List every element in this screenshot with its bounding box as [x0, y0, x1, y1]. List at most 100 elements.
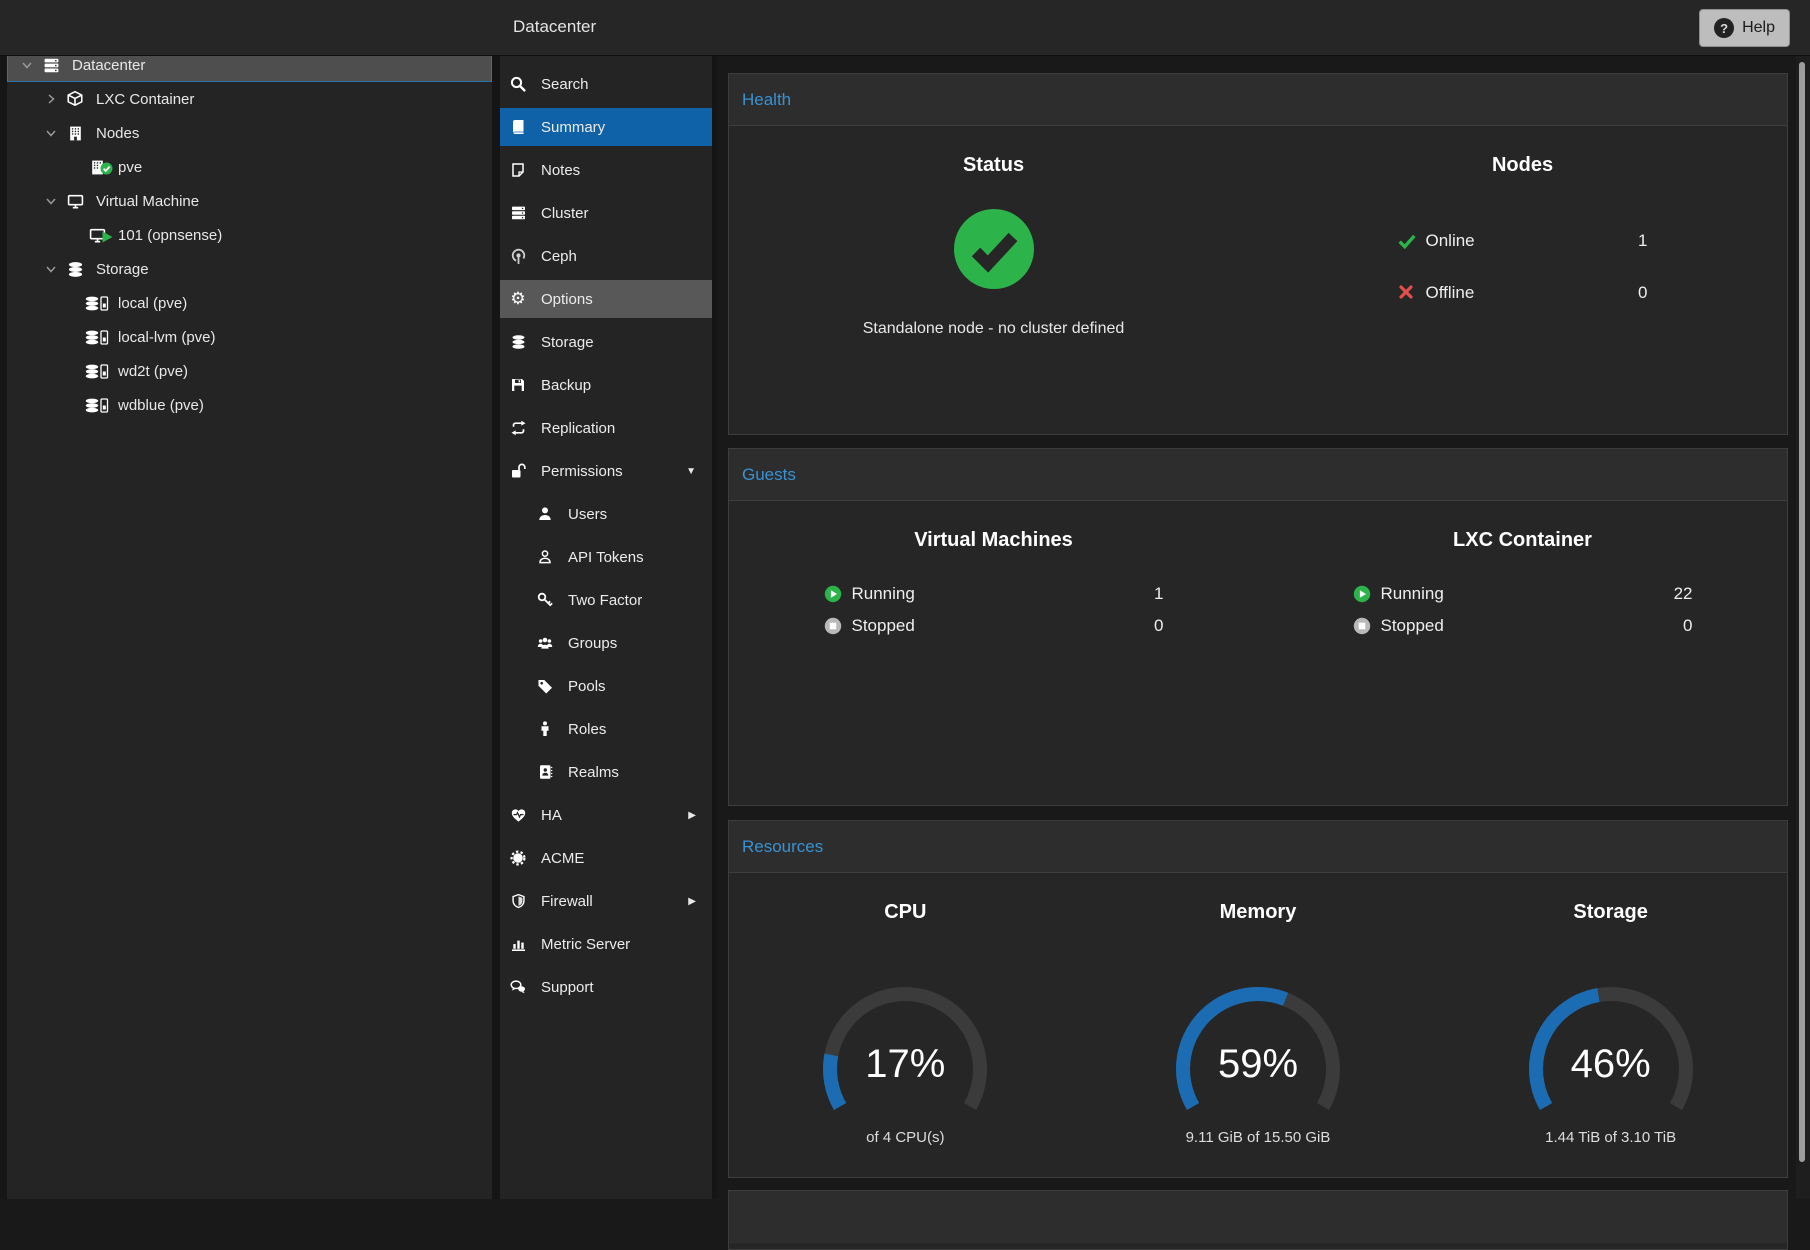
stop-circle-icon: [824, 617, 842, 635]
tree-item-label: Datacenter: [72, 57, 145, 74]
tree-item-pve[interactable]: pve: [7, 150, 492, 184]
status-message: Standalone node - no cluster defined: [729, 320, 1258, 338]
vm-stopped-value: 0: [1154, 616, 1163, 636]
storage-volume-icon: [85, 295, 109, 312]
nav-item-label: Cluster: [541, 205, 589, 222]
nav-item-ceph[interactable]: Ceph: [500, 237, 712, 275]
question-circle-icon: ?: [1714, 18, 1734, 38]
nav-item-search[interactable]: Search: [500, 65, 712, 103]
nav-item-firewall[interactable]: Firewall ▶: [500, 882, 712, 920]
status-ok-badge: [100, 162, 113, 179]
tree-item-virtual-machine[interactable]: Virtual Machine: [7, 184, 492, 218]
guests-panel: Guests Virtual Machines Running 1 Stoppe…: [728, 448, 1788, 806]
vm-header: Virtual Machines: [729, 529, 1258, 552]
nav-item-realms[interactable]: Realms: [500, 753, 712, 791]
expander-down-icon[interactable]: [45, 263, 63, 275]
nav-item-cluster[interactable]: Cluster: [500, 194, 712, 232]
nav-item-label: Two Factor: [568, 592, 642, 609]
next-panel-edge: [728, 1190, 1788, 1250]
tree-item-lxc-container[interactable]: LXC Container: [7, 82, 492, 116]
nav-item-pools[interactable]: Pools: [500, 667, 712, 705]
tree-item-storage-wdblue[interactable]: wdblue (pve): [7, 388, 492, 422]
nav-item-support[interactable]: Support: [500, 968, 712, 1006]
content-scrollbar[interactable]: [1796, 56, 1810, 1199]
tree-item-storage-local[interactable]: local (pve): [7, 286, 492, 320]
stopped-label: Stopped: [852, 616, 915, 636]
nav-item-groups[interactable]: Groups: [500, 624, 712, 662]
tree-item-label: local (pve): [118, 295, 187, 312]
nav-item-backup[interactable]: Backup: [500, 366, 712, 404]
storage-detail: 1.44 TiB of 3.10 TiB: [1434, 1129, 1787, 1146]
tree-nav-divider: [492, 0, 500, 1199]
datacenter-icon: [39, 57, 63, 74]
nav-item-users[interactable]: Users: [500, 495, 712, 533]
storage-percent: 46%: [1526, 1042, 1696, 1087]
nav-item-label: Options: [541, 291, 593, 308]
nav-item-ha[interactable]: HA ▶: [500, 796, 712, 834]
seal-icon: [508, 850, 528, 866]
tree-item-label: pve: [118, 159, 142, 176]
nav-item-label: Replication: [541, 420, 615, 437]
replication-arrows-icon: [508, 420, 528, 436]
caret-right-icon: ▶: [688, 896, 696, 907]
expander-down-icon[interactable]: [21, 59, 39, 71]
nav-item-label: Ceph: [541, 248, 577, 265]
tag-icon: [535, 678, 555, 694]
online-value: 1: [1638, 231, 1647, 251]
tree-item-vm-101[interactable]: 101 (opnsense): [7, 218, 492, 252]
memory-header: Memory: [1082, 901, 1435, 924]
lxc-stopped-value: 0: [1683, 616, 1692, 636]
gear-icon: ⚙: [508, 289, 528, 309]
nav-item-storage[interactable]: Storage: [500, 323, 712, 361]
offline-value: 0: [1638, 283, 1647, 303]
nav-item-roles[interactable]: Roles: [500, 710, 712, 748]
nav-item-label: Backup: [541, 377, 591, 394]
nav-item-label: ACME: [541, 850, 584, 867]
resource-tree-panel: Folder View ⚙ Datacenter LXC Container N…: [7, 0, 492, 1199]
users-group-icon: [535, 635, 555, 651]
nav-item-label: Roles: [568, 721, 606, 738]
tree-item-label: Nodes: [96, 125, 139, 142]
scrollbar-thumb[interactable]: [1799, 62, 1805, 1162]
tree-item-nodes[interactable]: Nodes: [7, 116, 492, 150]
nav-item-api-tokens[interactable]: API Tokens: [500, 538, 712, 576]
lxc-header: LXC Container: [1258, 529, 1787, 552]
help-button[interactable]: ? Help: [1699, 9, 1790, 47]
nav-item-two-factor[interactable]: Two Factor: [500, 581, 712, 619]
nav-item-summary[interactable]: Summary: [500, 108, 712, 146]
key-icon: [535, 592, 555, 608]
cpu-header: CPU: [729, 901, 1082, 924]
vm-running-row: Running 1: [824, 582, 1164, 606]
expander-down-icon[interactable]: [45, 195, 63, 207]
cpu-percent: 17%: [820, 1042, 990, 1087]
expander-right-icon[interactable]: [45, 93, 63, 105]
address-book-icon: [535, 764, 555, 780]
node-online-icon: [85, 159, 109, 176]
tree-item-storage-wd2t[interactable]: wd2t (pve): [7, 354, 492, 388]
nav-item-replication[interactable]: Replication: [500, 409, 712, 447]
nav-item-acme[interactable]: ACME: [500, 839, 712, 877]
status-header: Status: [729, 154, 1258, 177]
nav-item-label: Groups: [568, 635, 617, 652]
server-stack-icon: [508, 205, 528, 221]
tree-item-storage-local-lvm[interactable]: local-lvm (pve): [7, 320, 492, 354]
tree-item-storage[interactable]: Storage: [7, 252, 492, 286]
building-icon: [63, 125, 87, 142]
page-title: Datacenter: [513, 17, 596, 37]
nav-item-metric-server[interactable]: Metric Server: [500, 925, 712, 963]
shield-icon: [508, 893, 528, 909]
expander-down-icon[interactable]: [45, 127, 63, 139]
storage-gauge: 46%: [1526, 984, 1696, 1119]
tree-item-label: Virtual Machine: [96, 193, 199, 210]
cpu-detail: of 4 CPU(s): [729, 1129, 1082, 1146]
nav-item-notes[interactable]: Notes: [500, 151, 712, 189]
play-circle-icon: [1353, 585, 1371, 603]
unlock-icon: [508, 463, 528, 479]
nav-item-permissions[interactable]: Permissions ▼: [500, 452, 712, 490]
storage-volume-icon: [85, 329, 109, 346]
database-icon: [63, 261, 87, 278]
nodes-offline-row: Offline 0: [1398, 279, 1648, 307]
nodes-online-row: Online 1: [1398, 227, 1648, 255]
chat-bubbles-icon: [508, 979, 528, 995]
nav-item-options[interactable]: ⚙ Options: [500, 280, 712, 318]
